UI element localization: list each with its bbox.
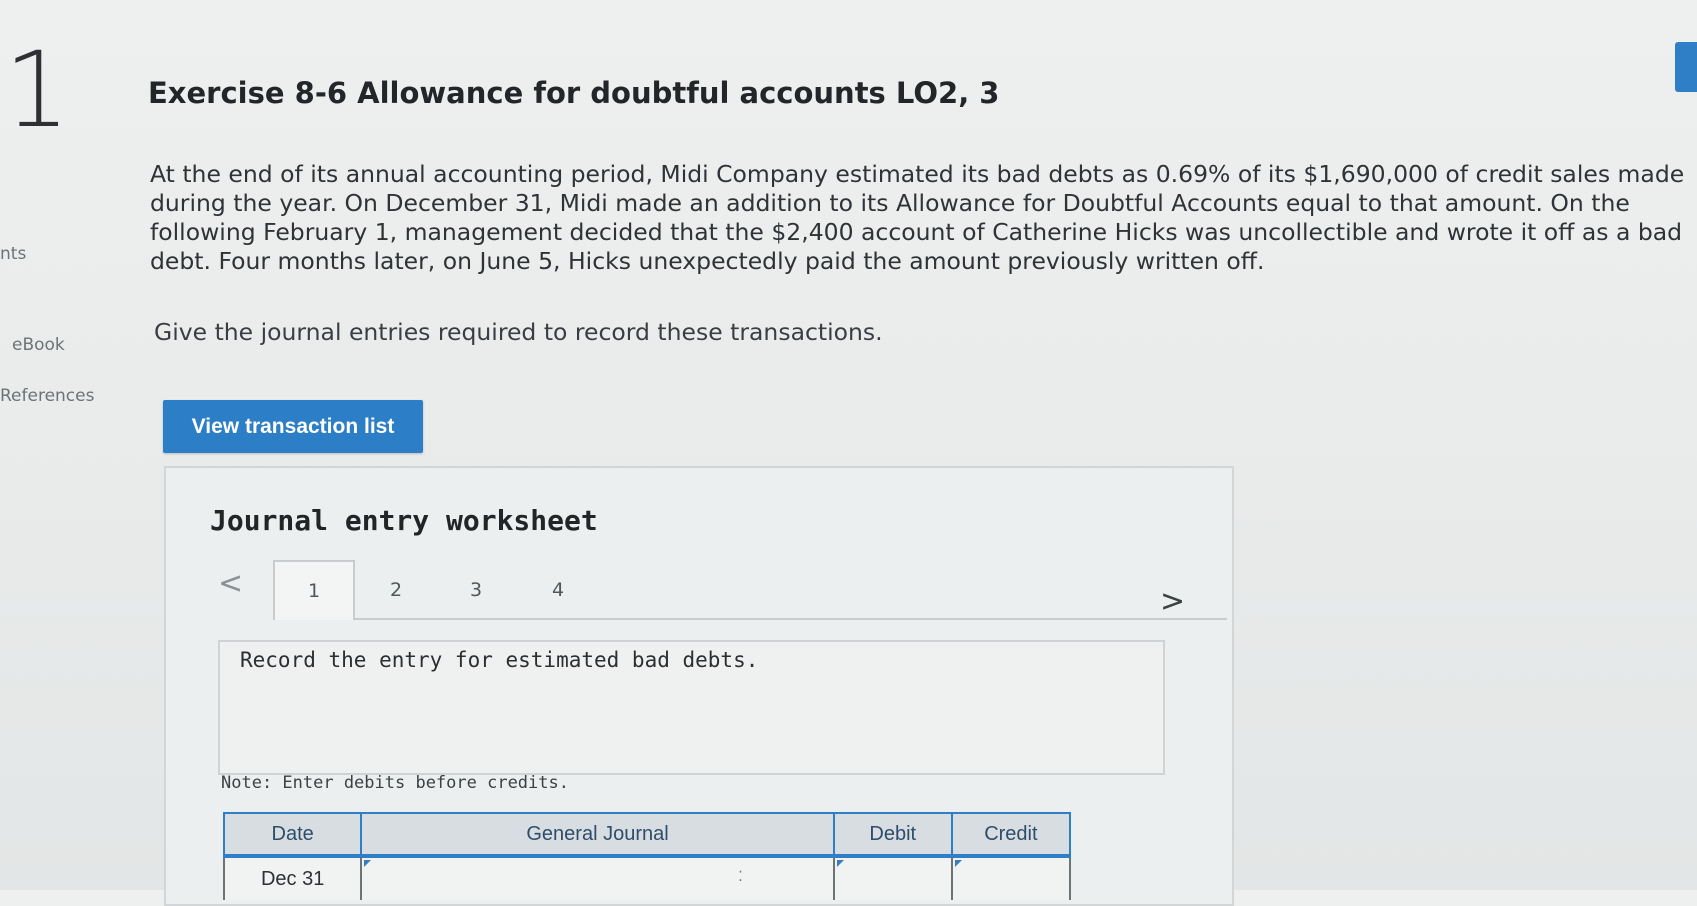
check-my-work-button[interactable]: [1675, 42, 1697, 92]
input-marker-icon: [836, 860, 844, 867]
account-select[interactable]: ⁚: [360, 856, 835, 900]
previous-entry-icon[interactable]: <: [218, 566, 243, 601]
references-link[interactable]: References: [0, 386, 94, 406]
input-marker-icon: [954, 860, 962, 867]
journal-table: Date General Journal Debit Credit Dec 31…: [222, 812, 1072, 900]
view-transaction-list-button[interactable]: View transaction list: [163, 400, 423, 453]
table-row: Dec 31 ⁚: [222, 856, 1072, 900]
instruction-text: Give the journal entries required to rec…: [154, 318, 883, 346]
debits-note: Note: Enter debits before credits.: [221, 773, 569, 793]
dropdown-marker-icon: [364, 860, 372, 867]
date-header: Date: [222, 812, 363, 858]
debit-input[interactable]: [832, 856, 953, 900]
date-cell: Dec 31: [222, 856, 363, 900]
credit-input[interactable]: [950, 856, 1072, 900]
tab-entry-3[interactable]: 3: [436, 560, 516, 620]
entry-instruction-text: Record the entry for estimated bad debts…: [240, 648, 759, 672]
problem-text: At the end of its annual accounting peri…: [150, 160, 1685, 275]
drag-handle-icon: ⁚: [738, 868, 743, 884]
points-link[interactable]: nts: [0, 244, 26, 264]
credit-header: Credit: [950, 812, 1072, 858]
worksheet-title: Journal entry worksheet: [210, 504, 598, 537]
ebook-link[interactable]: eBook: [12, 335, 65, 355]
exercise-title: Exercise 8-6 Allowance for doubtful acco…: [148, 76, 1000, 110]
general-journal-header: General Journal: [360, 812, 835, 858]
tab-entry-4[interactable]: 4: [518, 560, 598, 620]
tab-divider: [355, 618, 1227, 620]
tab-entry-2[interactable]: 2: [356, 560, 436, 620]
debit-header: Debit: [832, 812, 953, 858]
question-number: 1: [4, 29, 71, 151]
tab-entry-1[interactable]: 1: [273, 560, 355, 620]
next-entry-icon[interactable]: >: [1160, 584, 1185, 619]
